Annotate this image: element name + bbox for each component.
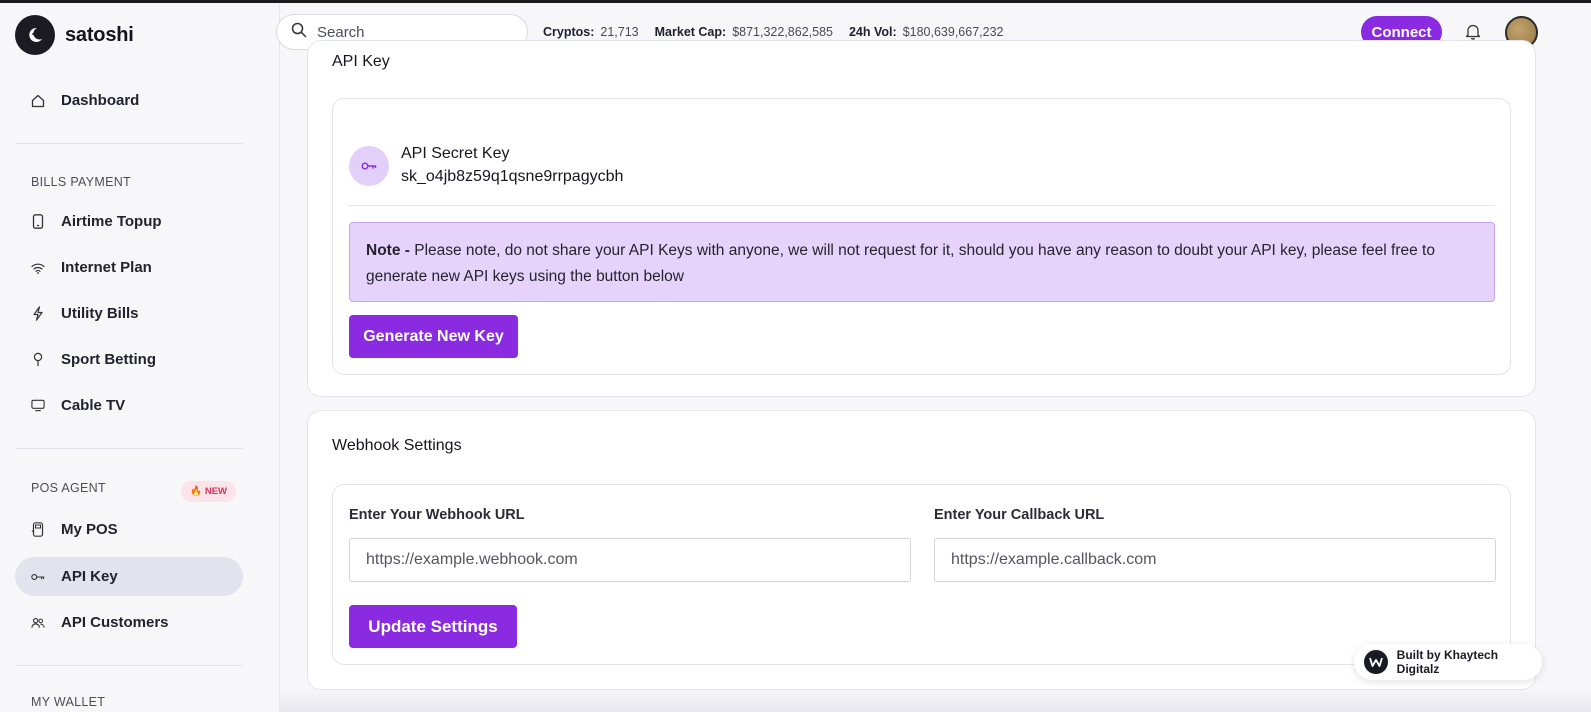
wifi-icon bbox=[31, 261, 45, 275]
sidebar-item-my-pos[interactable]: My POS bbox=[15, 510, 243, 549]
webhook-settings-card: Webhook Settings Enter Your Webhook URL … bbox=[307, 410, 1536, 690]
sidebar-item-label: Utility Bills bbox=[61, 305, 139, 322]
key-icon bbox=[31, 570, 45, 584]
sidebar-item-internet[interactable]: Internet Plan bbox=[15, 248, 243, 287]
phone-icon bbox=[31, 214, 45, 229]
search-input[interactable] bbox=[317, 23, 497, 41]
stat-value: $871,322,862,585 bbox=[732, 25, 833, 39]
stat-value: 21,713 bbox=[600, 25, 639, 39]
sidebar-item-utility[interactable]: Utility Bills bbox=[15, 294, 243, 333]
sidebar-divider bbox=[15, 665, 243, 666]
sidebar-item-label: API Customers bbox=[61, 614, 169, 631]
note-text: Please note, do not share your API Keys … bbox=[366, 242, 1435, 285]
sidebar-item-label: Internet Plan bbox=[61, 259, 152, 276]
stat-key: 24h Vol: bbox=[848, 25, 897, 39]
webhook-url-input[interactable] bbox=[349, 538, 911, 582]
stat-value: $180,639,667,232 bbox=[902, 25, 1004, 39]
callback-url-label: Enter Your Callback URL bbox=[934, 507, 1105, 523]
panel-divider bbox=[349, 205, 1495, 206]
new-badge: 🔥 NEW bbox=[181, 481, 237, 502]
sidebar-divider bbox=[15, 448, 243, 449]
sidebar-item-api-customers[interactable]: API Customers bbox=[15, 603, 243, 642]
scroll-fade bbox=[280, 688, 1591, 712]
stat-key: Cryptos: bbox=[543, 25, 595, 39]
secret-key-label: API Secret Key bbox=[401, 145, 510, 162]
webhook-url-label: Enter Your Webhook URL bbox=[349, 507, 525, 523]
webhook-panel: Enter Your Webhook URL Enter Your Callba… bbox=[332, 484, 1511, 665]
stat-market-cap: Market Cap: $871,322,862,585 bbox=[655, 25, 833, 39]
built-by-badge[interactable]: Built by Khaytech Digitalz bbox=[1354, 644, 1542, 680]
sidebar-item-label: Sport Betting bbox=[61, 351, 156, 368]
sidebar-item-cable[interactable]: Cable TV bbox=[15, 386, 243, 425]
section-title-pos: POS AGENT bbox=[31, 481, 106, 495]
fire-icon: 🔥 bbox=[190, 486, 202, 497]
sidebar-item-betting[interactable]: Sport Betting bbox=[15, 340, 243, 379]
section-title-wallet: MY WALLET bbox=[31, 695, 106, 709]
pos-icon bbox=[31, 522, 45, 537]
stat-key: Market Cap: bbox=[654, 25, 727, 39]
w-logo-icon bbox=[1364, 650, 1388, 674]
built-by-text: Built by Khaytech Digitalz bbox=[1396, 648, 1499, 676]
key-icon bbox=[349, 146, 389, 186]
tv-icon bbox=[31, 399, 45, 413]
new-badge-label: NEW bbox=[204, 486, 228, 497]
sidebar-item-label: Dashboard bbox=[61, 92, 140, 109]
sidebar-divider bbox=[15, 143, 243, 144]
sidebar-item-label: Airtime Topup bbox=[61, 213, 162, 230]
stat-cryptos: Cryptos: 21,713 bbox=[543, 25, 639, 39]
security-note: Note - Please note, do not share your AP… bbox=[349, 222, 1495, 302]
sidebar-item-label: My POS bbox=[61, 521, 118, 538]
note-prefix: Note - bbox=[366, 242, 410, 259]
search-icon bbox=[291, 22, 307, 43]
update-settings-button[interactable]: Update Settings bbox=[349, 605, 517, 648]
secret-key-value: sk_o4jb8z59q1qsne9rrpagycbh bbox=[401, 168, 624, 185]
sidebar-item-label: Cable TV bbox=[61, 397, 126, 414]
home-icon bbox=[31, 94, 45, 108]
generate-new-key-button[interactable]: Generate New Key bbox=[349, 315, 518, 358]
sidebar: satoshi Dashboard BILLS PAYMENT Airtime … bbox=[0, 3, 280, 712]
sidebar-item-api-key[interactable]: API Key bbox=[15, 557, 243, 596]
card-title: API Key bbox=[332, 53, 390, 70]
sidebar-item-airtime[interactable]: Airtime Topup bbox=[15, 202, 243, 241]
callback-url-input[interactable] bbox=[934, 538, 1496, 582]
moon-icon bbox=[15, 15, 55, 55]
sidebar-item-dashboard[interactable]: Dashboard bbox=[15, 81, 243, 120]
stat-24h-volume: 24h Vol: $180,639,667,232 bbox=[849, 25, 1004, 39]
pin-icon bbox=[31, 352, 45, 367]
users-icon bbox=[31, 616, 45, 630]
api-key-card: API Key API Secret Key sk_o4jb8z59q1qsne… bbox=[307, 40, 1536, 397]
brand-name: satoshi bbox=[65, 23, 134, 46]
brand[interactable]: satoshi bbox=[15, 15, 134, 55]
api-key-panel: API Secret Key sk_o4jb8z59q1qsne9rrpagyc… bbox=[332, 98, 1511, 375]
sidebar-item-label: API Key bbox=[61, 568, 118, 585]
market-stats: Cryptos: 21,713 Market Cap: $871,322,862,5… bbox=[543, 25, 1003, 39]
card-title: Webhook Settings bbox=[332, 437, 462, 454]
section-title-bills: BILLS PAYMENT bbox=[31, 175, 131, 189]
bolt-icon bbox=[31, 306, 45, 321]
